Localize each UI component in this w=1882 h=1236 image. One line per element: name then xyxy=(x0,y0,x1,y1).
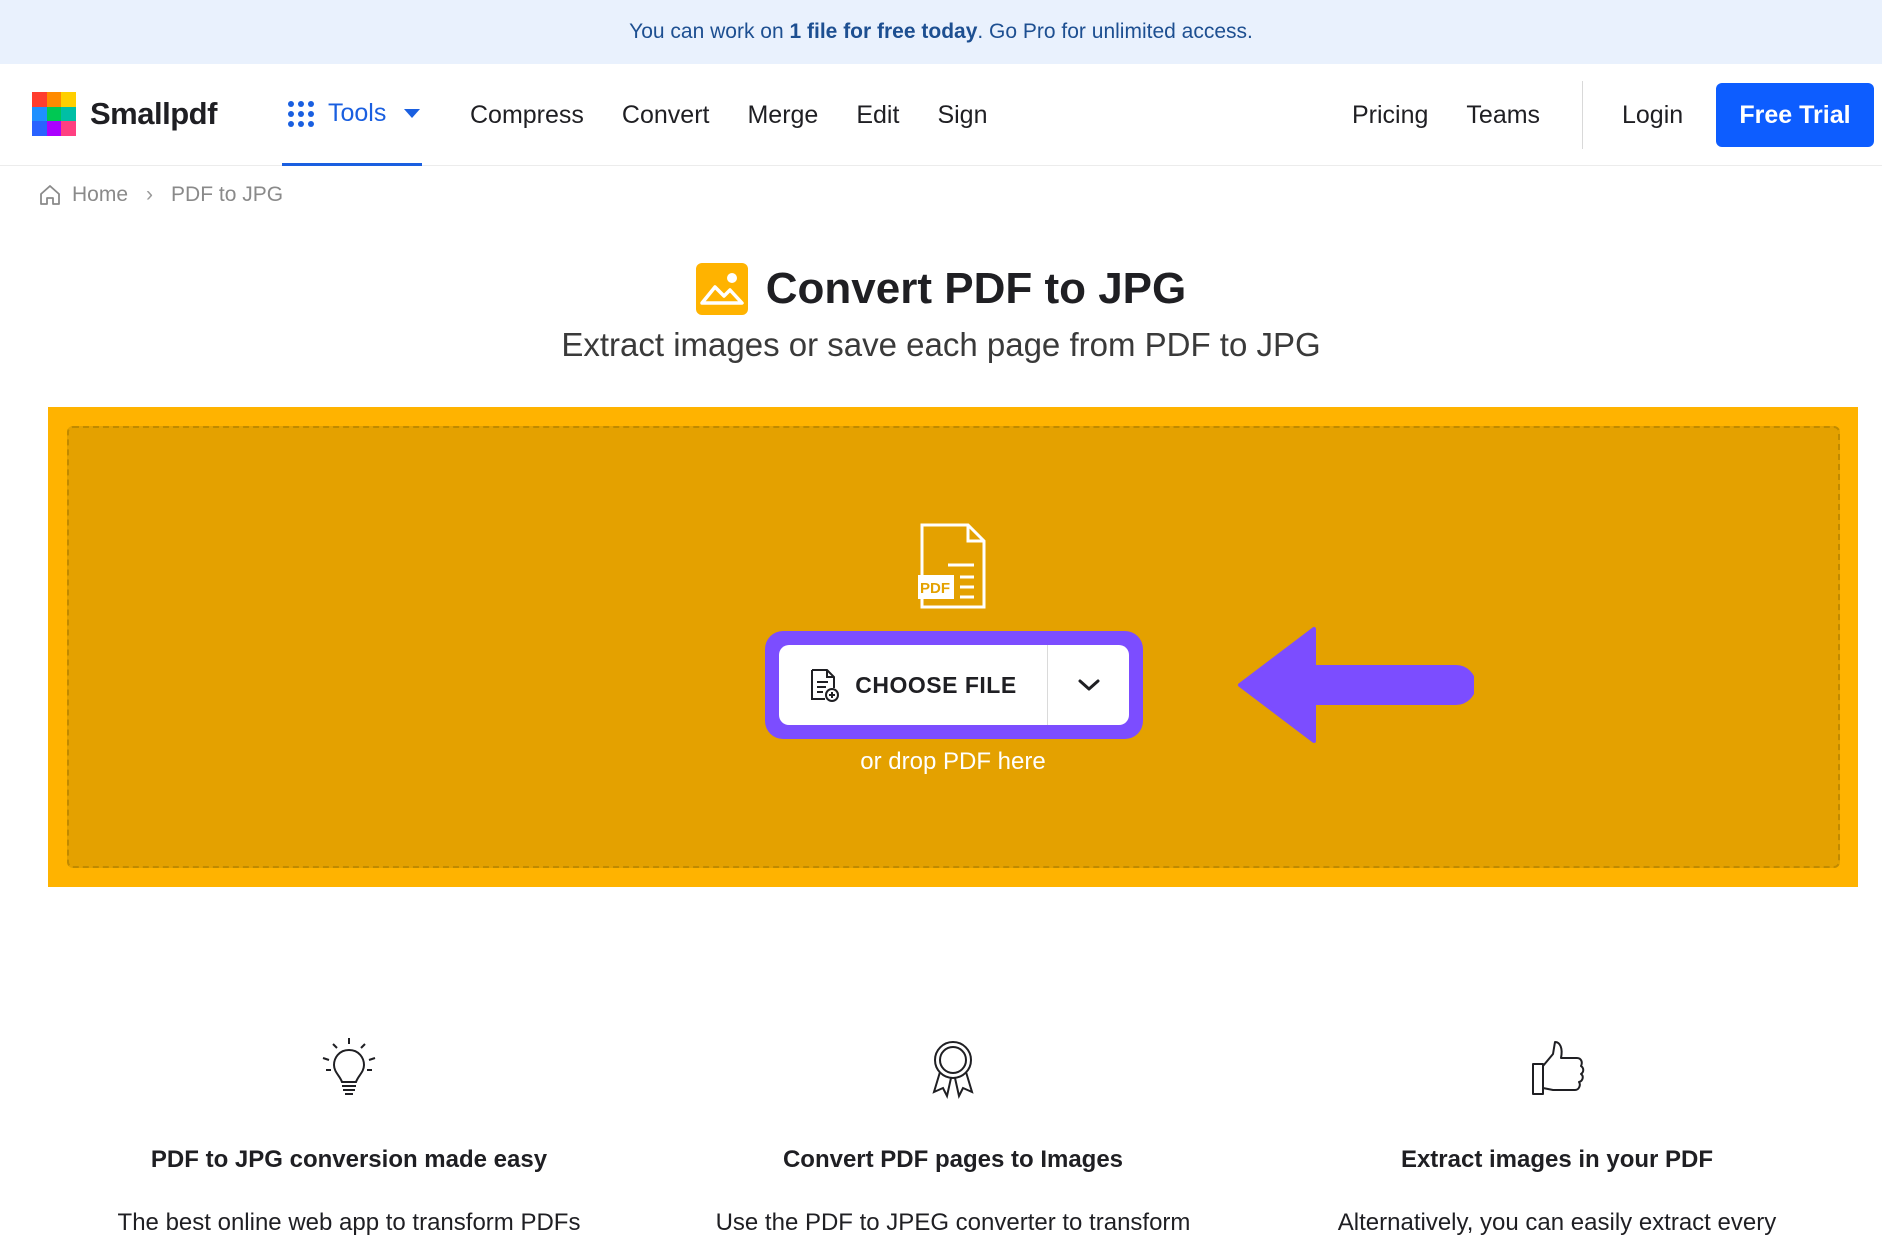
feature-card: Convert PDF pages to Images Use the PDF … xyxy=(673,1036,1233,1236)
brand-logo[interactable]: Smallpdf xyxy=(32,92,217,136)
page-title: Convert PDF to JPG xyxy=(766,264,1187,314)
feature-card: Extract images in your PDF Alternatively… xyxy=(1277,1036,1837,1236)
promo-banner: You can work on 1 file for free today. G… xyxy=(0,0,1882,64)
feature-text: The best online web app to transform PDF… xyxy=(69,1204,629,1236)
caret-down-icon xyxy=(404,109,420,118)
choose-file-label: CHOOSE FILE xyxy=(855,672,1016,699)
choose-file-button[interactable]: CHOOSE FILE xyxy=(779,645,1047,725)
nav-divider xyxy=(1582,81,1583,149)
feature-title: PDF to JPG conversion made easy xyxy=(69,1146,629,1174)
tools-menu[interactable]: Tools xyxy=(282,64,422,166)
nav-sign[interactable]: Sign xyxy=(937,101,987,130)
feature-card: PDF to JPG conversion made easy The best… xyxy=(69,1036,629,1236)
pdf-file-icon: PDF xyxy=(918,523,988,609)
feature-text: Use the PDF to JPEG converter to transfo… xyxy=(673,1204,1233,1236)
pointer-arrow-icon xyxy=(1234,625,1474,745)
chevron-down-icon xyxy=(1077,677,1101,693)
nav-edit[interactable]: Edit xyxy=(856,101,899,130)
breadcrumb-separator: › xyxy=(146,183,153,207)
promo-suffix: . Go Pro for unlimited access. xyxy=(977,20,1252,44)
apps-grid-icon xyxy=(288,101,314,127)
thumbs-up-icon xyxy=(1527,1036,1587,1100)
feature-title: Extract images in your PDF xyxy=(1277,1146,1837,1174)
home-icon xyxy=(38,183,62,207)
pdf-badge-label: PDF xyxy=(920,580,950,597)
breadcrumb: Home › PDF to JPG xyxy=(38,183,283,207)
main-nav: Compress Convert Merge Edit Sign xyxy=(470,64,987,166)
site-header: Smallpdf Tools Compress Convert Merge Ed… xyxy=(0,64,1882,166)
promo-prefix: You can work on xyxy=(629,20,784,44)
feature-title: Convert PDF pages to Images xyxy=(673,1146,1233,1174)
brand-name: Smallpdf xyxy=(90,96,217,132)
nav-convert[interactable]: Convert xyxy=(622,101,710,130)
award-ribbon-icon xyxy=(923,1036,983,1100)
hero-title-row: Convert PDF to JPG xyxy=(0,263,1882,315)
nav-teams[interactable]: Teams xyxy=(1466,101,1540,130)
nav-merge[interactable]: Merge xyxy=(747,101,818,130)
feature-text: Alternatively, you can easily extract ev… xyxy=(1277,1204,1837,1236)
choose-file-control: CHOOSE FILE xyxy=(779,645,1129,725)
breadcrumb-current: PDF to JPG xyxy=(171,183,283,207)
tools-label: Tools xyxy=(328,99,386,128)
choose-file-dropdown[interactable] xyxy=(1048,645,1129,725)
logo-mark-icon xyxy=(32,92,76,136)
free-trial-button[interactable]: Free Trial xyxy=(1716,83,1874,147)
drop-hint: or drop PDF here xyxy=(0,748,1882,776)
login-link[interactable]: Login xyxy=(1622,64,1683,166)
nav-pricing[interactable]: Pricing xyxy=(1352,101,1428,130)
add-file-icon xyxy=(809,668,841,702)
nav-compress[interactable]: Compress xyxy=(470,101,584,130)
breadcrumb-home[interactable]: Home xyxy=(72,183,128,207)
image-icon xyxy=(696,263,748,315)
promo-bold: 1 file for free today xyxy=(790,20,978,44)
secondary-nav: Pricing Teams xyxy=(1352,64,1540,166)
lightbulb-icon xyxy=(319,1036,379,1100)
page-subtitle: Extract images or save each page from PD… xyxy=(0,326,1882,364)
